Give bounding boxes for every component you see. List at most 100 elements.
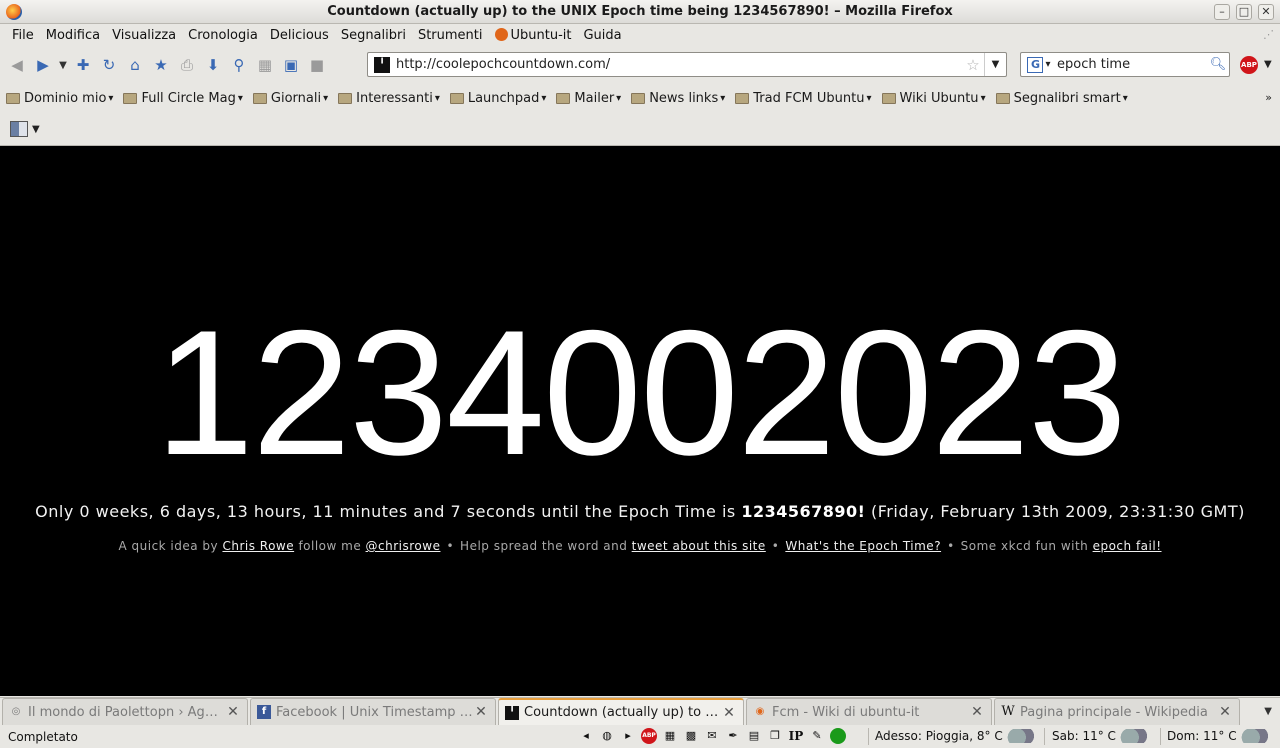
wikipedia-icon: W bbox=[1001, 704, 1015, 719]
search-engine-selector[interactable]: G ▾ bbox=[1021, 56, 1057, 73]
back-button[interactable]: ◀ bbox=[4, 52, 30, 78]
weather-sunday[interactable]: Dom: 11° C bbox=[1167, 729, 1269, 743]
twitter-handle-link[interactable]: @chrisrowe bbox=[366, 539, 441, 553]
close-tab-icon[interactable]: ✕ bbox=[1217, 704, 1233, 720]
close-tab-icon[interactable]: ✕ bbox=[721, 705, 737, 721]
extension-icon[interactable]: ■ bbox=[304, 52, 330, 78]
close-tab-icon[interactable]: ✕ bbox=[225, 704, 241, 720]
forward-button[interactable]: ▶ bbox=[30, 52, 56, 78]
grid-icon[interactable]: ▩ bbox=[683, 728, 699, 744]
find-icon[interactable]: ⚲ bbox=[226, 52, 252, 78]
bullet-separator: • bbox=[947, 539, 955, 553]
menu-visualizza[interactable]: Visualizza bbox=[106, 28, 182, 43]
bookmark-folder[interactable]: News links ▾ bbox=[631, 91, 725, 106]
tile-status-icon[interactable]: ▦ bbox=[662, 728, 678, 744]
minimize-button[interactable]: – bbox=[1214, 4, 1230, 20]
maximize-button[interactable]: □ bbox=[1236, 4, 1252, 20]
history-dropdown-icon[interactable]: ▼ bbox=[56, 52, 70, 78]
bookmark-folder[interactable]: Giornali ▾ bbox=[252, 91, 328, 106]
resize-grip-icon: ⋰ bbox=[1263, 28, 1274, 41]
chevron-down-icon: ▾ bbox=[616, 92, 622, 104]
folder-icon bbox=[449, 92, 464, 104]
bookmark-label: Launchpad bbox=[467, 90, 540, 106]
bookmark-folder[interactable]: Launchpad ▾ bbox=[449, 90, 547, 106]
tab-list-dropdown-icon[interactable]: ▼ bbox=[1264, 706, 1272, 717]
menu-strumenti[interactable]: Strumenti bbox=[412, 28, 489, 43]
tab-facebook[interactable]: f Facebook | Unix Timestamp 1... ✕ bbox=[250, 698, 496, 725]
url-bar[interactable]: ╹ http://coolepochcountdown.com/ ☆ ▼ bbox=[367, 52, 1007, 77]
epoch-time-link[interactable]: What's the Epoch Time? bbox=[785, 539, 941, 553]
search-input[interactable]: epoch time bbox=[1057, 57, 1207, 72]
epoch-fail-link[interactable]: epoch fail! bbox=[1093, 539, 1162, 553]
tab-title: Facebook | Unix Timestamp 1... bbox=[276, 704, 473, 720]
print-icon[interactable]: ⎙ bbox=[174, 52, 200, 78]
firefox-addon-icon[interactable]: ◍ bbox=[599, 728, 615, 744]
bookmark-star-icon[interactable]: ☆ bbox=[962, 56, 984, 74]
tile-tabs-icon[interactable] bbox=[10, 121, 28, 137]
status-bar: Completato ◂ ◍ ▸ ABP ▦ ▩ ✉ ✒ ▤ ❐ IP ✎ Ad… bbox=[0, 725, 1280, 748]
status-icons: ◂ ◍ ▸ ABP ▦ ▩ ✉ ✒ ▤ ❐ IP ✎ bbox=[578, 728, 846, 744]
menu-cronologia[interactable]: Cronologia bbox=[182, 28, 264, 43]
menu-segnalibri[interactable]: Segnalibri bbox=[335, 28, 412, 43]
extra-toolbar: ▼ bbox=[0, 113, 1280, 146]
url-dropdown-icon[interactable]: ▼ bbox=[984, 53, 1006, 76]
bookmark-folder[interactable]: Full Circle Mag ▾ bbox=[123, 90, 243, 106]
close-tab-icon[interactable]: ✕ bbox=[473, 704, 489, 720]
menu-ubuntu-it[interactable]: Ubuntu-it bbox=[489, 28, 578, 43]
tab-bar: ◎ Il mondo di Paolettopn › Aggi... ✕ f F… bbox=[0, 697, 1280, 725]
tile-icon[interactable]: ▦ bbox=[252, 52, 278, 78]
bookmark-label: Interessanti bbox=[356, 90, 433, 106]
home-button[interactable]: ⌂ bbox=[122, 52, 148, 78]
chevron-down-icon: ▾ bbox=[108, 92, 114, 104]
adblock-plus-icon[interactable]: ABP bbox=[1240, 56, 1258, 74]
adblock-status-icon[interactable]: ABP bbox=[641, 728, 657, 744]
folder-icon bbox=[556, 92, 571, 104]
tab-fcm-wiki[interactable]: ◉ Fcm - Wiki di ubuntu-it ✕ bbox=[746, 698, 992, 725]
feather-icon[interactable]: ✒ bbox=[725, 728, 741, 744]
menu-modifica[interactable]: Modifica bbox=[40, 28, 106, 43]
spreadsheet-icon[interactable]: ▤ bbox=[746, 728, 762, 744]
tab-wikipedia[interactable]: W Pagina principale - Wikipedia ✕ bbox=[994, 698, 1240, 725]
arrow-right-icon[interactable]: ▸ bbox=[620, 728, 636, 744]
weather-now[interactable]: Adesso: Pioggia, 8° C bbox=[875, 729, 1035, 743]
menu-file[interactable]: File bbox=[6, 28, 40, 43]
sidebar-icon[interactable]: ▣ bbox=[278, 52, 304, 78]
menu-delicious[interactable]: Delicious bbox=[264, 28, 335, 43]
search-bar[interactable]: G ▾ epoch time 🔍︎ bbox=[1020, 52, 1230, 77]
chevron-down-icon[interactable]: ▼ bbox=[32, 124, 40, 135]
bookmark-label: Segnalibri smart bbox=[1013, 90, 1121, 106]
bookmark-folder[interactable]: Dominio mio ▾ bbox=[6, 91, 113, 106]
tab-paolettopn[interactable]: ◎ Il mondo di Paolettopn › Aggi... ✕ bbox=[2, 698, 248, 725]
epoch-counter: 1234002023 bbox=[155, 293, 1127, 492]
online-status-icon[interactable] bbox=[830, 728, 846, 744]
edit-icon[interactable]: ✎ bbox=[809, 728, 825, 744]
bookmark-page-icon[interactable]: ★ bbox=[148, 52, 174, 78]
bookmark-folder[interactable]: Interessanti ▾ bbox=[338, 91, 440, 106]
adblock-dropdown-icon[interactable]: ▼ bbox=[1264, 59, 1272, 70]
url-input[interactable]: http://coolepochcountdown.com/ bbox=[396, 57, 962, 72]
reload-button[interactable]: ↻ bbox=[96, 52, 122, 78]
chevron-down-icon: ▾ bbox=[541, 92, 547, 104]
mail-icon[interactable]: ✉ bbox=[704, 728, 720, 744]
close-window-button[interactable]: ✕ bbox=[1258, 4, 1274, 20]
bookmark-folder[interactable]: Segnalibri smart ▾ bbox=[995, 90, 1128, 106]
arrow-left-icon[interactable]: ◂ bbox=[578, 728, 594, 744]
chris-rowe-link[interactable]: Chris Rowe bbox=[222, 539, 294, 553]
new-page-icon[interactable]: ✚ bbox=[70, 52, 96, 78]
close-tab-icon[interactable]: ✕ bbox=[969, 704, 985, 720]
download-icon[interactable]: ⬇ bbox=[200, 52, 226, 78]
menu-guida[interactable]: Guida bbox=[577, 28, 627, 43]
search-icon[interactable]: 🔍︎ bbox=[1207, 57, 1229, 72]
tweet-link[interactable]: tweet about this site bbox=[632, 539, 766, 553]
bookmark-folder[interactable]: Wiki Ubuntu ▾ bbox=[881, 90, 986, 106]
tab-countdown[interactable]: ╹ Countdown (actually up) to t... ✕ bbox=[498, 698, 744, 725]
weather-saturday[interactable]: Sab: 11° C bbox=[1052, 729, 1148, 743]
bookmark-folder[interactable]: Trad FCM Ubuntu ▾ bbox=[735, 91, 872, 106]
bookmark-label: Wiki Ubuntu bbox=[899, 90, 979, 106]
ip-icon[interactable]: IP bbox=[788, 728, 804, 744]
window-title: Countdown (actually up) to the UNIX Epoc… bbox=[327, 4, 953, 19]
copy-icon[interactable]: ❐ bbox=[767, 728, 783, 744]
bookmark-folder[interactable]: Mailer ▾ bbox=[556, 91, 621, 106]
bookmark-label: Full Circle Mag bbox=[141, 90, 236, 106]
bookmarks-overflow-icon[interactable]: » bbox=[1265, 91, 1272, 104]
